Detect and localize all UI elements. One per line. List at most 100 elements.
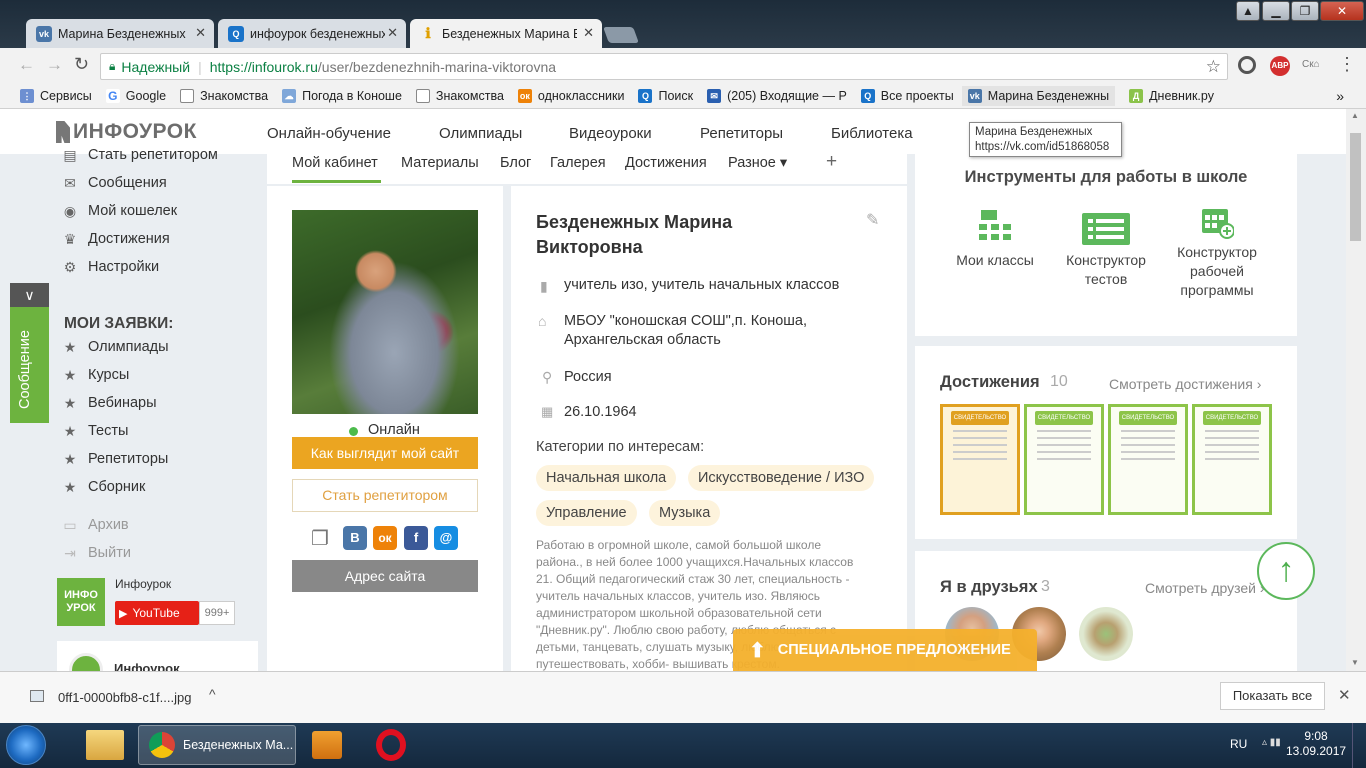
close-window-button[interactable]: ✕ bbox=[1320, 1, 1364, 21]
become-tutor-button[interactable]: Стать репетитором bbox=[292, 479, 478, 512]
sidebar-item-courses[interactable]: ★ Курсы bbox=[62, 367, 130, 383]
sidebar-item-tutors[interactable]: ★ Репетиторы bbox=[62, 451, 169, 467]
language-indicator[interactable]: RU bbox=[1230, 737, 1247, 751]
scrollbar-thumb[interactable] bbox=[1350, 133, 1361, 241]
tool-my-classes[interactable]: Мои классы bbox=[945, 208, 1045, 268]
tab-infourok-profile[interactable]: ℹ Безденежных Марина В ✕ bbox=[410, 19, 602, 48]
bookmark-item[interactable]: vk Марина Безденежны bbox=[961, 86, 1116, 106]
address-bar[interactable]: 🔒︎ Надежный | https://infourok.ru /user/… bbox=[100, 53, 1228, 80]
view-my-site-button[interactable]: Как выглядит мой сайт bbox=[292, 437, 478, 469]
scroll-up-icon[interactable]: ▲ bbox=[1351, 111, 1359, 120]
add-tab-button[interactable]: + bbox=[826, 151, 837, 173]
friend-avatar[interactable] bbox=[1079, 607, 1133, 661]
view-friends-link[interactable]: Смотреть друзей › bbox=[1145, 580, 1265, 596]
certificate-thumbnail[interactable]: СВИДЕТЕЛЬСТВО bbox=[940, 404, 1020, 515]
back-icon[interactable]: ← bbox=[18, 55, 35, 75]
profile-photo[interactable] bbox=[292, 210, 478, 414]
forward-icon[interactable]: → bbox=[46, 55, 63, 75]
bookmark-item[interactable]: ☁ Погода в Коноше bbox=[282, 89, 402, 103]
bookmark-item[interactable]: Q Поиск bbox=[638, 89, 693, 103]
bookmark-item[interactable]: Д Дневник.ру bbox=[1129, 89, 1214, 103]
sidebar-item-wallet[interactable]: ◉ Мой кошелек bbox=[62, 203, 177, 219]
maximize-button[interactable]: ❐ bbox=[1291, 1, 1319, 21]
sidebar-item-become-tutor[interactable]: ▤ Стать репетитором bbox=[62, 147, 218, 163]
bookmark-star-icon[interactable]: ☆ bbox=[1206, 57, 1221, 77]
tab-gallery[interactable]: Галерея bbox=[550, 155, 606, 171]
chevron-up-icon[interactable]: ^ bbox=[209, 686, 216, 702]
close-icon[interactable]: ✕ bbox=[583, 25, 594, 41]
close-icon[interactable]: ✕ bbox=[1338, 686, 1351, 704]
bookmark-item[interactable]: ⋮ Сервисы bbox=[20, 89, 92, 103]
tray-icons[interactable]: ▵ ▮▮ bbox=[1262, 737, 1281, 748]
close-icon[interactable]: ✕ bbox=[387, 25, 398, 41]
tab-achievements[interactable]: Достижения bbox=[625, 155, 707, 171]
tab-blog[interactable]: Блог bbox=[500, 155, 531, 171]
sidebar-item-olympiads[interactable]: ★ Олимпиады bbox=[62, 339, 169, 355]
sidebar-item-logout[interactable]: ⇥ Выйти bbox=[62, 545, 131, 561]
bookmark-item[interactable]: Знакомства bbox=[180, 89, 268, 103]
system-clock[interactable]: 9:08 13.09.2017 bbox=[1286, 729, 1346, 759]
ok-share-icon[interactable]: ок bbox=[373, 526, 397, 550]
bookmark-item[interactable]: ✉ (205) Входящие — Р bbox=[707, 89, 847, 103]
page-scrollbar[interactable]: ▲ ▼ bbox=[1346, 109, 1366, 671]
special-offer-banner[interactable]: ⬆ СПЕЦИАЛЬНОЕ ПРЕДЛОЖЕНИЕ bbox=[733, 629, 1037, 671]
edit-pencil-icon[interactable]: ✎ bbox=[866, 210, 879, 230]
certificate-thumbnail[interactable]: СВИДЕТЕЛЬСТВО bbox=[1024, 404, 1104, 515]
nav-library[interactable]: Библиотека bbox=[831, 125, 913, 142]
file-explorer-icon[interactable] bbox=[86, 730, 124, 760]
new-tab-button[interactable] bbox=[603, 27, 639, 43]
sidebar-item-collection[interactable]: ★ Сборник bbox=[62, 479, 146, 495]
tool-program-builder[interactable]: Конструктор рабочей программы bbox=[1167, 205, 1267, 300]
bookmark-item[interactable]: ок одноклассники bbox=[517, 89, 624, 103]
site-logo[interactable]: ИНФОУРОК bbox=[56, 120, 197, 144]
view-achievements-link[interactable]: Смотреть достижения › bbox=[1109, 376, 1261, 392]
tab-my-cabinet[interactable]: Мой кабинет bbox=[292, 155, 378, 171]
sidebar-item-achievements[interactable]: ♛ Достижения bbox=[62, 231, 170, 247]
menu-icon[interactable]: ⋮ bbox=[1338, 54, 1356, 75]
more-bookmarks-icon[interactable]: » bbox=[1336, 88, 1344, 104]
close-icon[interactable]: ✕ bbox=[195, 25, 206, 41]
window-user-button[interactable]: ▲ bbox=[1236, 1, 1260, 21]
bookmark-item[interactable]: Знакомства bbox=[415, 89, 504, 103]
nav-online-learning[interactable]: Онлайн-обучение bbox=[267, 125, 391, 142]
nav-video-lessons[interactable]: Видеоуроки bbox=[569, 125, 652, 142]
extension-eye-icon[interactable] bbox=[1238, 56, 1256, 74]
nav-tutors[interactable]: Репетиторы bbox=[700, 125, 783, 142]
tool-test-builder[interactable]: Конструктор тестов bbox=[1056, 213, 1156, 289]
tab-search[interactable]: Q инфоурок безденежных ✕ bbox=[218, 19, 406, 48]
taskbar-chrome-window[interactable]: Безденежных Ма... bbox=[138, 725, 296, 765]
adblock-icon[interactable]: ABP bbox=[1270, 56, 1290, 76]
certificate-thumbnail[interactable]: СВИДЕТЕЛЬСТВО bbox=[1192, 404, 1272, 515]
extension-icon[interactable]: Ск⌂ bbox=[1302, 59, 1320, 70]
tab-vk-profile[interactable]: vk Марина Безденежных ✕ bbox=[26, 19, 214, 48]
site-address-button[interactable]: Адрес сайта bbox=[292, 560, 478, 592]
minimize-button[interactable]: ▁ bbox=[1262, 1, 1290, 21]
tab-materials[interactable]: Материалы bbox=[401, 155, 479, 171]
sidebar-item-archive[interactable]: ▭ Архив bbox=[62, 517, 128, 533]
copy-icon[interactable]: ❐ bbox=[311, 526, 335, 550]
tab-misc[interactable]: Разное ▾ bbox=[728, 155, 787, 171]
bookmark-item[interactable]: Q Все проекты bbox=[860, 89, 954, 103]
interest-tag[interactable]: Начальная школа bbox=[536, 465, 677, 491]
sidebar-item-messages[interactable]: ✉ Сообщения bbox=[62, 175, 167, 191]
sidebar-item-settings[interactable]: ⚙ Настройки bbox=[62, 259, 159, 275]
vk-share-icon[interactable]: В bbox=[343, 526, 367, 550]
scroll-to-top-button[interactable]: ↑ bbox=[1257, 542, 1315, 600]
show-all-button[interactable]: Показать все bbox=[1220, 682, 1325, 710]
email-share-icon[interactable]: @ bbox=[434, 526, 458, 550]
reload-icon[interactable]: ↻ bbox=[74, 54, 89, 75]
sidebar-item-webinars[interactable]: ★ Вебинары bbox=[62, 395, 157, 411]
facebook-share-icon[interactable]: f bbox=[404, 526, 428, 550]
message-side-tab[interactable]: ∨ Сообщение bbox=[10, 283, 49, 423]
certificate-thumbnail[interactable]: СВИДЕТЕЛЬСТВО bbox=[1108, 404, 1188, 515]
download-filename[interactable]: 0ff1-0000bfb8-c1f....jpg bbox=[58, 690, 191, 705]
scroll-down-icon[interactable]: ▼ bbox=[1351, 658, 1359, 667]
bookmark-item[interactable]: G Google bbox=[105, 89, 166, 103]
nav-olympiads[interactable]: Олимпиады bbox=[439, 125, 522, 142]
interest-tag[interactable]: Управление bbox=[536, 500, 637, 526]
interest-tag[interactable]: Музыка bbox=[649, 500, 721, 526]
interest-tag[interactable]: Искусствоведение / ИЗО bbox=[688, 465, 875, 491]
sidebar-item-tests[interactable]: ★ Тесты bbox=[62, 423, 129, 439]
youtube-subscribe-button[interactable]: ▶ YouTube bbox=[115, 601, 199, 625]
opera-icon[interactable] bbox=[376, 729, 406, 761]
